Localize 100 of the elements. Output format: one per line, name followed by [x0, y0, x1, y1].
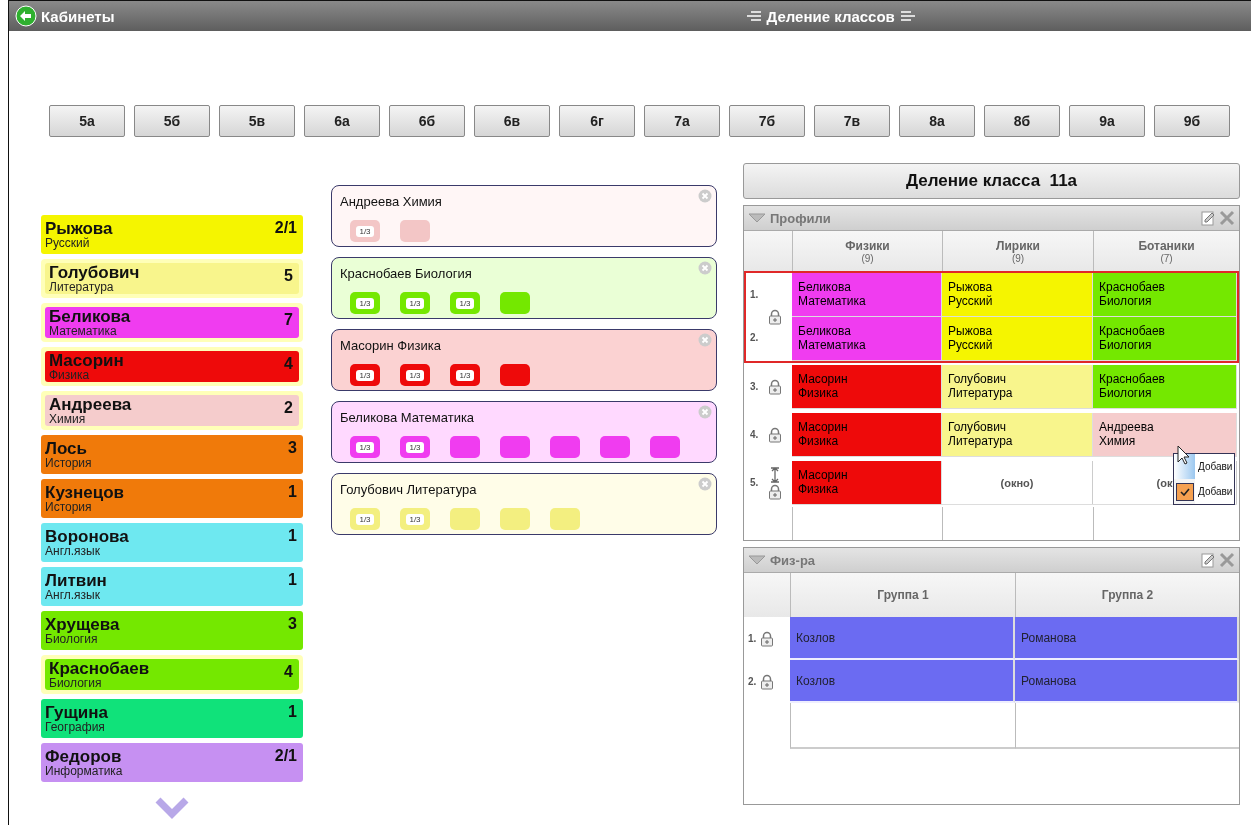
lesson-cell[interactable]: Рыжова Русский [942, 317, 1093, 360]
column-header: Физики (9) [792, 231, 942, 271]
lesson-cell[interactable]: Краснобаев Биология [1093, 273, 1237, 316]
lesson-chip[interactable] [450, 436, 480, 458]
class-button[interactable]: 6г [559, 105, 635, 137]
teacher-item[interactable]: Лось История 3 [41, 435, 303, 474]
lesson-chip[interactable] [400, 220, 430, 242]
lesson-chip[interactable]: 1/3 [350, 436, 380, 458]
teacher-item[interactable]: Андреева Химия 2 [41, 391, 303, 430]
class-button[interactable]: 6б [389, 105, 465, 137]
teacher-name: Беликова [49, 308, 131, 325]
lesson-chip[interactable] [650, 436, 680, 458]
lesson-chip[interactable]: 1/3 [400, 292, 430, 314]
close-icon[interactable] [1219, 552, 1235, 568]
lesson-chip[interactable]: 1/3 [400, 364, 430, 386]
lesson-chip[interactable] [550, 508, 580, 530]
lesson-chip[interactable]: 1/3 [450, 292, 480, 314]
class-button[interactable]: 5а [49, 105, 125, 137]
class-button[interactable]: 7б [729, 105, 805, 137]
teacher-item[interactable]: Краснобаев Биология 4 [41, 655, 303, 694]
teacher-name: Лось [45, 440, 88, 457]
lesson-chip[interactable] [550, 436, 580, 458]
lesson-chip[interactable]: 1/3 [350, 292, 380, 314]
teacher-item[interactable]: Воронова Англ.язык 1 [41, 523, 303, 562]
lesson-cell[interactable]: Беликова Математика [792, 317, 942, 360]
teacher-item[interactable]: Голубович Литература 5 [41, 259, 303, 298]
class-button[interactable]: 7в [814, 105, 890, 137]
teacher-name: Андреева [49, 396, 132, 413]
lock-icon[interactable] [760, 630, 775, 647]
class-button[interactable]: 8а [899, 105, 975, 137]
lesson-chip[interactable]: 1/3 [400, 436, 430, 458]
lesson-chip[interactable]: 1/3 [400, 508, 430, 530]
class-button[interactable]: 5б [134, 105, 210, 137]
class-button[interactable]: 9а [1069, 105, 1145, 137]
class-button[interactable]: 9б [1154, 105, 1230, 137]
close-icon[interactable] [698, 261, 712, 275]
teacher-item[interactable]: Кузнецов История 1 [41, 479, 303, 518]
class-button[interactable]: 7а [644, 105, 720, 137]
lesson-chip[interactable] [450, 508, 480, 530]
teacher-item[interactable]: Хрущева Биология 3 [41, 611, 303, 650]
lesson-chip[interactable] [500, 292, 530, 314]
teacher-item[interactable]: Беликова Математика 7 [41, 303, 303, 342]
lesson-cell[interactable]: Андреева Химия [1093, 413, 1237, 456]
edit-icon[interactable] [1201, 552, 1215, 568]
teacher-item[interactable]: Рыжова Русский 2/1 [41, 215, 303, 254]
lock-icon[interactable] [768, 309, 782, 325]
lesson-cell[interactable]: Рыжова Русский [942, 273, 1093, 316]
lesson-cell[interactable]: Голубович Литература [942, 413, 1093, 456]
lesson-chip[interactable] [600, 436, 630, 458]
lesson-group[interactable]: 1. 2. Беликова Математика Рыжова Русский Краснобаев Биология Беликова Математика Рыжова Русский Краснобаев Биология [744, 271, 1239, 363]
lesson-cell[interactable]: Голубович Литература [942, 365, 1093, 408]
close-icon[interactable] [698, 189, 712, 203]
lock-icon[interactable] [768, 427, 782, 443]
student-cell[interactable]: Козлов [790, 617, 1015, 660]
close-icon[interactable] [698, 333, 712, 347]
teacher-item[interactable]: Литвин Англ.язык 1 [41, 567, 303, 606]
lesson-chip[interactable]: 1/3 [350, 364, 380, 386]
menu-icon [746, 11, 761, 21]
check-icon [1179, 487, 1190, 496]
lesson-cell[interactable]: Беликова Математика [792, 273, 942, 316]
lock-icon[interactable] [768, 379, 782, 395]
student-cell[interactable]: Романова [1015, 617, 1239, 660]
class-button[interactable]: 5в [219, 105, 295, 137]
lesson-chip[interactable]: 1/3 [350, 220, 380, 242]
lesson-chip[interactable]: 1/3 [350, 508, 380, 530]
student-cell[interactable]: Романова [1015, 660, 1239, 703]
scroll-down-icon[interactable] [155, 797, 189, 819]
free-slot-cell[interactable]: (окно) [942, 461, 1093, 504]
menu-item[interactable]: Добави [1174, 479, 1233, 504]
lesson-chip[interactable]: 1/3 [450, 364, 480, 386]
collapse-triangle-icon[interactable] [748, 555, 766, 565]
lesson-group[interactable]: 4. Масорин Физика Голубович Литература Андреева Химия [744, 411, 1239, 459]
teacher-item[interactable]: Масорин Физика 4 [41, 347, 303, 386]
student-cell[interactable]: Козлов [790, 660, 1015, 703]
lesson-group[interactable]: 3. Масорин Физика Голубович Литература Краснобаев Биология [744, 363, 1239, 411]
lesson-cell[interactable]: Краснобаев Биология [1093, 317, 1237, 360]
collapse-triangle-icon[interactable] [748, 213, 766, 223]
lesson-cell[interactable]: Масорин Физика [792, 365, 942, 408]
close-icon[interactable] [1219, 210, 1235, 226]
row-number: 4. [749, 428, 760, 442]
lesson-chip[interactable] [500, 436, 530, 458]
close-icon[interactable] [698, 405, 712, 419]
lesson-cell[interactable]: Масорин Физика [792, 413, 942, 456]
lock-icon[interactable] [760, 673, 775, 690]
lesson-chip[interactable] [500, 364, 530, 386]
lock-icon[interactable] [768, 483, 782, 500]
panel-title: Профили [770, 210, 832, 226]
teacher-item[interactable]: Гущина География 1 [41, 699, 303, 738]
teacher-item[interactable]: Федоров Информатика 2/1 [41, 743, 303, 782]
class-button[interactable]: 8б [984, 105, 1060, 137]
teacher-hours: 3 [288, 614, 297, 634]
lesson-cell[interactable]: Краснобаев Биология [1093, 365, 1237, 408]
resize-icon[interactable] [769, 466, 781, 483]
class-button[interactable]: 6в [474, 105, 550, 137]
edit-icon[interactable] [1201, 210, 1215, 226]
back-button[interactable]: Кабинеты [15, 5, 115, 27]
lesson-chip[interactable] [500, 508, 530, 530]
class-button[interactable]: 6а [304, 105, 380, 137]
close-icon[interactable] [698, 477, 712, 491]
lesson-cell[interactable]: Масорин Физика [792, 461, 942, 504]
